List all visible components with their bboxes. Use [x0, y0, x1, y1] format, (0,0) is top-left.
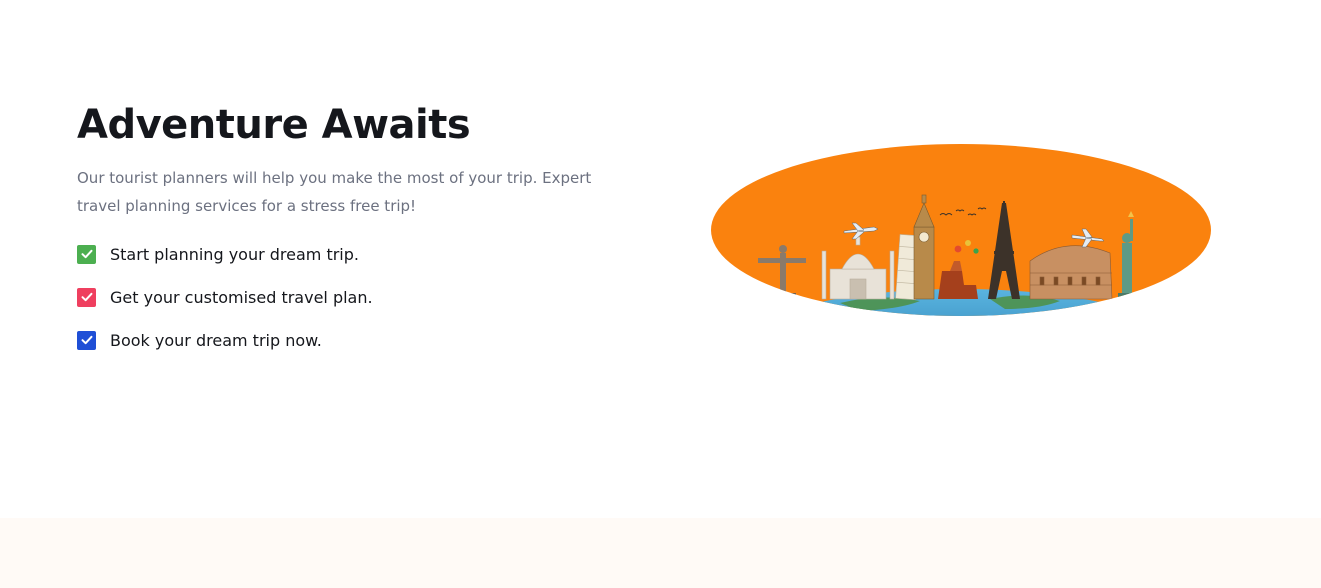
feature-item-travel-plan: Get your customised travel plan.: [77, 283, 637, 311]
section-description: Our tourist planners will help you make …: [77, 169, 592, 215]
colosseum-landmark: [1029, 245, 1113, 300]
section-title: Adventure Awaits: [77, 102, 471, 148]
feature-label: Book your dream trip now.: [110, 330, 322, 350]
check-icon: [77, 287, 96, 307]
check-icon: [77, 244, 96, 264]
adventure-section: Adventure Awaits Our tourist planners wi…: [0, 0, 1321, 518]
intro-content: Adventure Awaits Our tourist planners wi…: [77, 100, 637, 369]
balloon-icon: [954, 245, 962, 253]
feature-item-start-planning: Start planning your dream trip.: [77, 240, 637, 268]
check-icon: [77, 330, 96, 350]
feature-list: Start planning your dream trip. Get your…: [77, 240, 637, 354]
feature-label: Start planning your dream trip.: [110, 244, 359, 264]
balloon-icon: [965, 240, 971, 246]
world-landmarks-image: [711, 144, 1211, 316]
next-section-background: [0, 518, 1321, 588]
balloon-icon: [973, 248, 979, 254]
feature-label: Get your customised travel plan.: [110, 287, 373, 307]
feature-item-book-trip: Book your dream trip now.: [77, 326, 637, 354]
